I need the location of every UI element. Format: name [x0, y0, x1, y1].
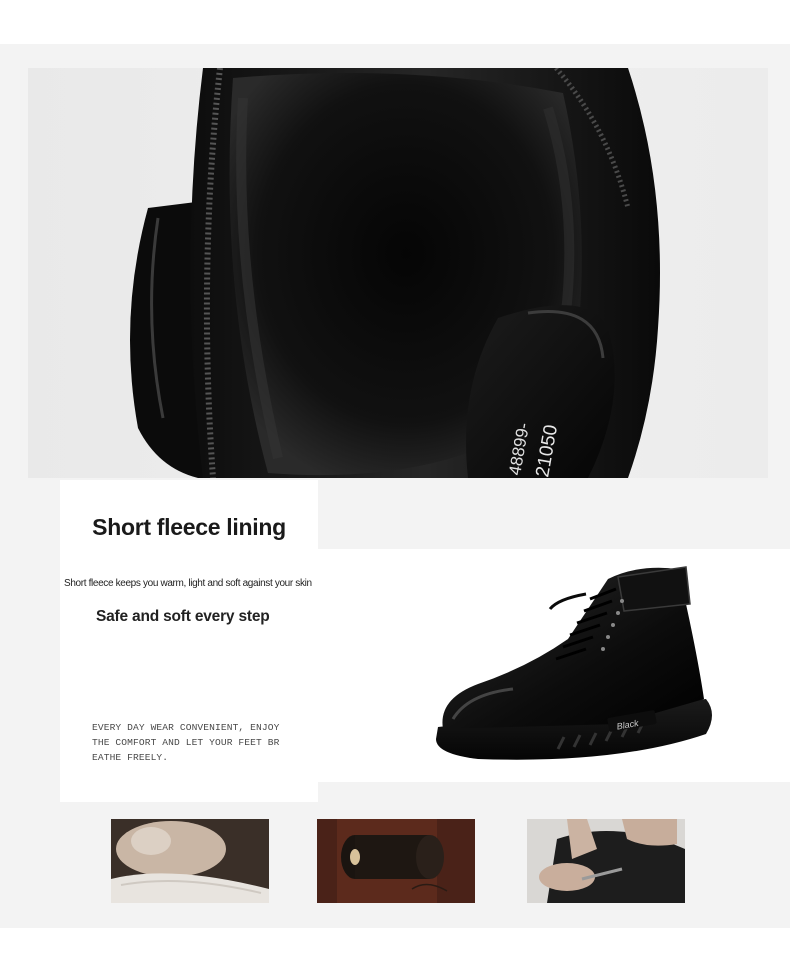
feature-tagline: Safe and soft every step: [96, 608, 270, 625]
hands-cutting-leather-icon: [527, 819, 685, 903]
hands-sanding-icon: [111, 819, 269, 903]
feature-text-card: Short fleece lining Short fleece keeps y…: [60, 480, 318, 802]
feature-body: EVERY DAY WEAR CONVENIENT, ENJOY THE COM…: [92, 720, 297, 765]
thumbnail-cutting: [527, 819, 685, 903]
high-top-sneaker-illustration: Black: [436, 566, 712, 760]
boot-product-photo: Black: [318, 549, 790, 782]
feature-description: Short fleece keeps you warm, light and s…: [64, 578, 312, 589]
boot-interior-illustration: 21050 48899-: [130, 68, 660, 478]
feature-body-line: THE COMFORT AND LET YOUR FEET BR: [92, 737, 280, 748]
thumbnail-thread: [317, 819, 475, 903]
feature-body-line: EVERY DAY WEAR CONVENIENT, ENJOY: [92, 722, 280, 733]
thumbnail-sanding: [111, 819, 269, 903]
feature-title: Short fleece lining: [92, 514, 286, 540]
feature-body-line: EATHE FREELY.: [92, 752, 169, 763]
fleece-lining-photo: 21050 48899-: [28, 68, 768, 478]
thread-spool-icon: [317, 819, 475, 903]
